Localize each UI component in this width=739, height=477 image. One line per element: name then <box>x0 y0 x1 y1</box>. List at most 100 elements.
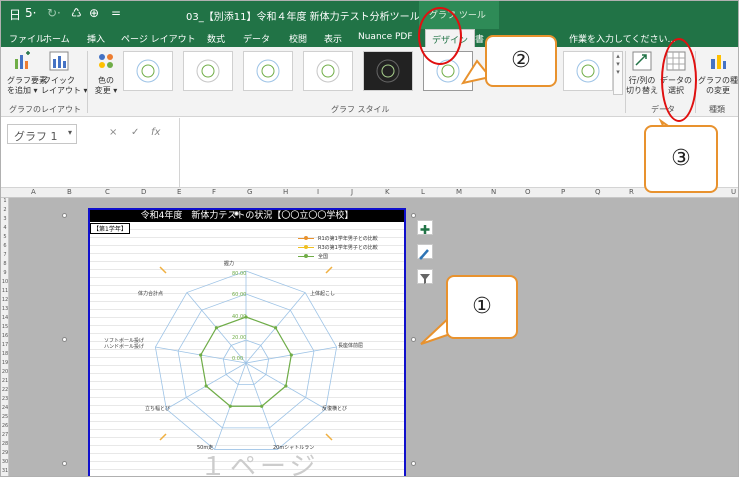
tab-formulas[interactable]: 数式 <box>207 32 225 45</box>
gallery-scroll[interactable]: ▴ ▾ ▾ <box>613 51 623 95</box>
radar-point <box>284 384 288 388</box>
redo-icon[interactable]: ↻· <box>47 6 61 20</box>
row-header[interactable]: 3 <box>1 216 9 222</box>
chart-style-2[interactable] <box>183 51 233 91</box>
tab-home[interactable]: ホーム <box>43 32 70 45</box>
insert-function-icon[interactable]: fx <box>151 127 160 138</box>
row-header[interactable]: 26 <box>1 423 9 429</box>
chart-style-3[interactable] <box>243 51 293 91</box>
name-box[interactable]: グラフ 1 ▾ <box>7 124 77 144</box>
resize-handle[interactable] <box>62 461 67 466</box>
row-header[interactable]: 14 <box>1 315 9 321</box>
undo-icon[interactable]: 5· <box>25 6 36 20</box>
col-header[interactable]: A <box>31 188 36 196</box>
tab-file[interactable]: ファイル <box>9 32 45 45</box>
resize-handle[interactable] <box>62 337 67 342</box>
resize-handle[interactable] <box>62 213 67 218</box>
row-header[interactable]: 1 <box>1 198 9 204</box>
row-header[interactable]: 8 <box>1 261 9 267</box>
row-header[interactable]: 2 <box>1 207 9 213</box>
add-chart-element-icon <box>15 51 30 69</box>
row-header[interactable]: 13 <box>1 306 9 312</box>
row-header[interactable]: 18 <box>1 351 9 357</box>
row-header[interactable]: 30 <box>1 459 9 465</box>
tab-nuance-pdf[interactable]: Nuance PDF <box>358 32 413 42</box>
chart-styles-button[interactable] <box>417 244 433 260</box>
add-chart-element-button[interactable]: グラフ要素 を追加 ▾ <box>7 51 47 96</box>
resize-handle[interactable] <box>411 461 416 466</box>
row-header[interactable]: 21 <box>1 378 9 384</box>
row-header[interactable]: 16 <box>1 333 9 339</box>
tab-data[interactable]: データ <box>243 32 270 45</box>
chart-style-7[interactable] <box>563 51 613 91</box>
col-header[interactable]: K <box>385 188 390 196</box>
chart-filters-button[interactable] <box>417 269 433 284</box>
row-header[interactable]: 4 <box>1 225 9 231</box>
row-header[interactable]: 19 <box>1 360 9 366</box>
col-header[interactable]: Q <box>595 188 601 196</box>
col-header[interactable]: E <box>177 188 181 196</box>
col-header[interactable]: I <box>317 188 319 196</box>
tab-view[interactable]: 表示 <box>324 32 342 45</box>
col-header[interactable]: F <box>212 188 216 196</box>
col-header[interactable]: D <box>141 188 146 196</box>
chart-style-1[interactable] <box>123 51 173 91</box>
col-header[interactable]: N <box>491 188 496 196</box>
switch-row-column-button[interactable]: 行/列の 切り替え <box>625 51 659 96</box>
resize-handle[interactable] <box>411 337 416 342</box>
cancel-icon[interactable]: × <box>109 127 117 138</box>
radar-point <box>204 384 208 388</box>
radar-thumb-icon <box>376 59 400 83</box>
chart-elements-button[interactable] <box>417 220 433 235</box>
col-header[interactable]: O <box>525 188 531 196</box>
row-header[interactable]: 12 <box>1 297 9 303</box>
qat-menu-icon[interactable]: = <box>111 6 121 20</box>
col-header[interactable]: R <box>629 188 634 196</box>
row-header[interactable]: 15 <box>1 324 9 330</box>
enter-icon[interactable]: ✓ <box>131 127 139 138</box>
col-header[interactable]: B <box>67 188 72 196</box>
quick-layout-button[interactable]: クイック レイアウト ▾ <box>41 51 88 96</box>
print-preview-icon[interactable]: ♺ <box>71 6 82 20</box>
row-header[interactable]: 27 <box>1 432 9 438</box>
resize-handle[interactable] <box>411 213 416 218</box>
axis-label: 体力合計点 <box>138 291 164 297</box>
tell-me-box[interactable]: 作業を入力してください... <box>569 32 676 45</box>
ribbon-body: グラフ要素 を追加 ▾ クイック レイアウト ▾ グラフのレイアウト 色の 変更… <box>1 47 738 117</box>
col-header[interactable]: H <box>283 188 288 196</box>
row-header[interactable]: 5 <box>1 234 9 240</box>
col-header[interactable]: U <box>731 188 736 196</box>
row-header[interactable]: 11 <box>1 288 9 294</box>
tab-review[interactable]: 校閲 <box>289 32 307 45</box>
row-header[interactable]: 10 <box>1 279 9 285</box>
col-header[interactable]: P <box>561 188 565 196</box>
col-header[interactable]: M <box>456 188 462 196</box>
row-header[interactable]: 23 <box>1 396 9 402</box>
row-header[interactable]: 17 <box>1 342 9 348</box>
row-header[interactable]: 29 <box>1 450 9 456</box>
col-header[interactable]: J <box>351 188 353 196</box>
col-header[interactable]: G <box>247 188 252 196</box>
row-header[interactable]: 24 <box>1 405 9 411</box>
tab-format[interactable]: 書 <box>475 32 484 45</box>
row-header[interactable]: 31 <box>1 468 9 474</box>
resize-handle[interactable] <box>234 211 239 216</box>
col-header[interactable]: C <box>105 188 110 196</box>
row-header[interactable]: 25 <box>1 414 9 420</box>
row-header[interactable]: 22 <box>1 387 9 393</box>
row-header[interactable]: 28 <box>1 441 9 447</box>
chart-style-4[interactable] <box>303 51 353 91</box>
row-header[interactable]: 7 <box>1 252 9 258</box>
tab-page-layout[interactable]: ページ レイアウト <box>121 32 196 45</box>
radar-chart[interactable]: 令和4年度 新体力テストの状況【〇〇立〇〇学校】 【第1学年】 R1の第1学年男… <box>88 208 406 476</box>
change-chart-type-button[interactable]: グラフの種類 の変更 <box>698 51 738 96</box>
col-header[interactable]: L <box>421 188 425 196</box>
chart-style-5[interactable] <box>363 51 413 91</box>
row-header[interactable]: 9 <box>1 270 9 276</box>
custom-qat-icon[interactable]: ⊕ <box>89 6 99 20</box>
save-icon[interactable]: 日 <box>9 6 21 23</box>
row-header[interactable]: 20 <box>1 369 9 375</box>
name-box-dropdown-icon[interactable]: ▾ <box>68 128 72 137</box>
row-header[interactable]: 6 <box>1 243 9 249</box>
tab-insert[interactable]: 挿入 <box>87 32 105 45</box>
